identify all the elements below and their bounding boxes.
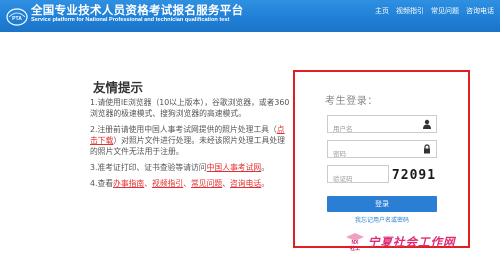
captcha-image[interactable]: 72091: [391, 165, 437, 185]
nav-faq[interactable]: 常见问题: [431, 6, 459, 16]
lock-icon: [424, 144, 430, 154]
svg-text:PTA: PTA: [12, 16, 22, 22]
guide-link[interactable]: 办事指南: [113, 179, 144, 188]
cpta-link[interactable]: 中国人事考试网: [207, 163, 262, 172]
svg-text:社工: 社工: [349, 245, 360, 252]
password-field: [327, 140, 437, 162]
tip-photo-tool: 2.注册前请使用中国人事考试网提供的照片处理工具（点击下载）对照片文件进行处理。…: [90, 125, 285, 156]
watermark: NX 社工 宁夏社会工作网: [344, 232, 456, 252]
nav-home[interactable]: 主页: [375, 6, 389, 16]
video-guide-link[interactable]: 视频指引: [152, 179, 183, 188]
login-title: 考生登录：: [325, 96, 378, 107]
tips-title: 友情提示: [93, 80, 144, 95]
password-input[interactable]: [328, 146, 418, 162]
username-input[interactable]: [328, 121, 418, 137]
top-nav: 主页 视频指引 常见问题 咨询电话: [375, 6, 494, 16]
login-button[interactable]: 登录: [327, 196, 437, 212]
captcha-input[interactable]: [328, 171, 386, 187]
captcha-field: [327, 165, 389, 187]
contact-link[interactable]: 咨询电话: [230, 179, 261, 188]
user-icon: [423, 119, 431, 129]
site-title: 全国专业技术人员资格考试报名服务平台: [31, 3, 244, 17]
tip-help-links: 4.查看办事指南、视频指引、常见问题、咨询电话。: [90, 179, 269, 188]
forgot-credentials-link[interactable]: 我忘记用户名或密码: [355, 215, 409, 224]
watermark-text: 宁夏社会工作网: [368, 235, 456, 249]
nav-video-guide[interactable]: 视频指引: [396, 6, 424, 16]
faq-link[interactable]: 常见问题: [191, 179, 222, 188]
watermark-logo: NX 社工: [346, 233, 364, 252]
tips-list: 1.请使用IE浏览器（10以上版本），谷歌浏览器，或者360浏览器的极速模式、搜…: [90, 97, 290, 194]
username-field: [327, 115, 437, 137]
site-subtitle: Service platform for National Profession…: [31, 17, 230, 23]
site-logo: PTA: [6, 8, 28, 26]
tip-browser: 1.请使用IE浏览器（10以上版本），谷歌浏览器，或者360浏览器的极速模式、搜…: [90, 98, 290, 118]
tip-admission-ticket: 3.准考证打印、证书查验等请访问中国人事考试网。: [90, 163, 269, 172]
header-bar: PTA 全国专业技术人员资格考试报名服务平台 Service platform …: [0, 0, 500, 32]
nav-contact-phone[interactable]: 咨询电话: [466, 6, 494, 16]
